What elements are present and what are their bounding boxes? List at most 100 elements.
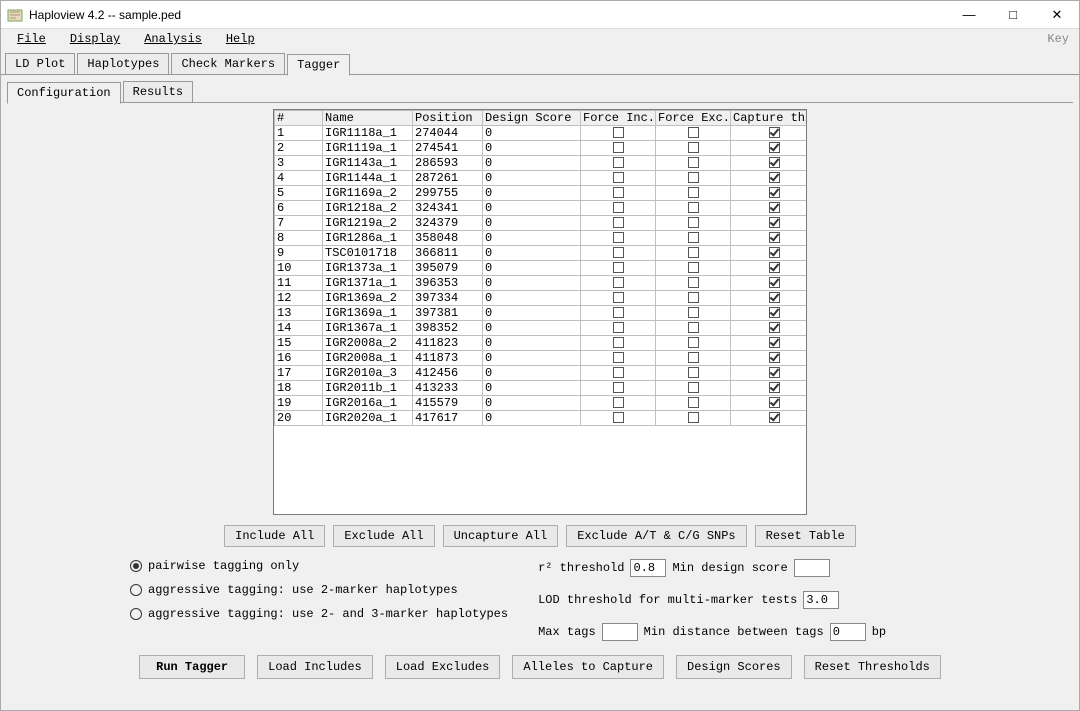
- reset-thresholds-button[interactable]: Reset Thresholds: [804, 655, 941, 679]
- cell-force-exclude[interactable]: [656, 246, 731, 261]
- tab-haplotypes[interactable]: Haplotypes: [77, 53, 169, 74]
- cell-force-exclude[interactable]: [656, 231, 731, 246]
- min-design-input[interactable]: [794, 559, 830, 577]
- cell-force-include[interactable]: [581, 216, 656, 231]
- cell-capture[interactable]: [731, 141, 808, 156]
- design-scores-button[interactable]: Design Scores: [676, 655, 792, 679]
- table-row[interactable]: 18IGR2011b_14132330: [275, 381, 808, 396]
- subtab-configuration[interactable]: Configuration: [7, 82, 121, 104]
- radio-aggressive-2[interactable]: aggressive tagging: use 2-marker haploty…: [130, 583, 508, 597]
- menu-display[interactable]: Display: [58, 30, 132, 48]
- cell-capture[interactable]: [731, 126, 808, 141]
- load-includes-button[interactable]: Load Includes: [257, 655, 373, 679]
- cell-capture[interactable]: [731, 261, 808, 276]
- cell-force-include[interactable]: [581, 351, 656, 366]
- cell-capture[interactable]: [731, 321, 808, 336]
- cell-force-include[interactable]: [581, 156, 656, 171]
- load-excludes-button[interactable]: Load Excludes: [385, 655, 501, 679]
- cell-capture[interactable]: [731, 291, 808, 306]
- cell-force-exclude[interactable]: [656, 306, 731, 321]
- table-row[interactable]: 13IGR1369a_13973810: [275, 306, 808, 321]
- cell-capture[interactable]: [731, 306, 808, 321]
- menu-help[interactable]: Help: [214, 30, 267, 48]
- table-row[interactable]: 1IGR1118a_12740440: [275, 126, 808, 141]
- cell-force-exclude[interactable]: [656, 381, 731, 396]
- cell-force-exclude[interactable]: [656, 321, 731, 336]
- cell-force-include[interactable]: [581, 261, 656, 276]
- cell-capture[interactable]: [731, 231, 808, 246]
- col-name[interactable]: Name: [323, 111, 413, 126]
- uncapture-all-button[interactable]: Uncapture All: [443, 525, 559, 547]
- col-index[interactable]: #: [275, 111, 323, 126]
- cell-force-exclude[interactable]: [656, 396, 731, 411]
- radio-pairwise[interactable]: pairwise tagging only: [130, 559, 508, 573]
- col-force-include[interactable]: Force Inc...: [581, 111, 656, 126]
- cell-force-include[interactable]: [581, 411, 656, 426]
- cell-force-exclude[interactable]: [656, 201, 731, 216]
- include-all-button[interactable]: Include All: [224, 525, 325, 547]
- cell-force-include[interactable]: [581, 246, 656, 261]
- reset-table-button[interactable]: Reset Table: [755, 525, 856, 547]
- table-row[interactable]: 12IGR1369a_23973340: [275, 291, 808, 306]
- min-dist-input[interactable]: [830, 623, 866, 641]
- lod-input[interactable]: [803, 591, 839, 609]
- table-row[interactable]: 5IGR1169a_22997550: [275, 186, 808, 201]
- cell-force-include[interactable]: [581, 141, 656, 156]
- cell-force-include[interactable]: [581, 126, 656, 141]
- cell-force-include[interactable]: [581, 291, 656, 306]
- cell-force-include[interactable]: [581, 381, 656, 396]
- subtab-results[interactable]: Results: [123, 81, 193, 102]
- max-tags-input[interactable]: [602, 623, 638, 641]
- cell-capture[interactable]: [731, 201, 808, 216]
- cell-force-include[interactable]: [581, 276, 656, 291]
- cell-force-exclude[interactable]: [656, 126, 731, 141]
- cell-force-include[interactable]: [581, 306, 656, 321]
- cell-capture[interactable]: [731, 411, 808, 426]
- table-row[interactable]: 15IGR2008a_24118230: [275, 336, 808, 351]
- table-row[interactable]: 2IGR1119a_12745410: [275, 141, 808, 156]
- cell-force-include[interactable]: [581, 396, 656, 411]
- cell-capture[interactable]: [731, 396, 808, 411]
- cell-force-exclude[interactable]: [656, 261, 731, 276]
- cell-force-exclude[interactable]: [656, 351, 731, 366]
- menu-file[interactable]: File: [5, 30, 58, 48]
- cell-capture[interactable]: [731, 381, 808, 396]
- cell-capture[interactable]: [731, 246, 808, 261]
- table-row[interactable]: 9TSC01017183668110: [275, 246, 808, 261]
- table-row[interactable]: 17IGR2010a_34124560: [275, 366, 808, 381]
- table-row[interactable]: 16IGR2008a_14118730: [275, 351, 808, 366]
- table-row[interactable]: 4IGR1144a_12872610: [275, 171, 808, 186]
- menu-analysis[interactable]: Analysis: [132, 30, 214, 48]
- table-row[interactable]: 11IGR1371a_13963530: [275, 276, 808, 291]
- tab-ld-plot[interactable]: LD Plot: [5, 53, 75, 74]
- exclude-atcg-button[interactable]: Exclude A/T & C/G SNPs: [566, 525, 746, 547]
- table-row[interactable]: 7IGR1219a_23243790: [275, 216, 808, 231]
- cell-force-include[interactable]: [581, 321, 656, 336]
- cell-capture[interactable]: [731, 351, 808, 366]
- r2-input[interactable]: [630, 559, 666, 577]
- cell-force-exclude[interactable]: [656, 171, 731, 186]
- tab-check-markers[interactable]: Check Markers: [171, 53, 285, 74]
- alleles-to-capture-button[interactable]: Alleles to Capture: [512, 655, 664, 679]
- table-row[interactable]: 19IGR2016a_14155790: [275, 396, 808, 411]
- table-row[interactable]: 6IGR1218a_23243410: [275, 201, 808, 216]
- radio-aggressive-23[interactable]: aggressive tagging: use 2- and 3-marker …: [130, 607, 508, 621]
- col-capture[interactable]: Capture this ...: [731, 111, 808, 126]
- table-row[interactable]: 8IGR1286a_13580480: [275, 231, 808, 246]
- maximize-button[interactable]: □: [991, 1, 1035, 28]
- cell-force-exclude[interactable]: [656, 291, 731, 306]
- cell-capture[interactable]: [731, 366, 808, 381]
- table-row[interactable]: 10IGR1373a_13950790: [275, 261, 808, 276]
- cell-capture[interactable]: [731, 216, 808, 231]
- col-design-score[interactable]: Design Score: [483, 111, 581, 126]
- close-button[interactable]: ✕: [1035, 1, 1079, 28]
- table-row[interactable]: 14IGR1367a_13983520: [275, 321, 808, 336]
- cell-capture[interactable]: [731, 186, 808, 201]
- cell-force-include[interactable]: [581, 366, 656, 381]
- cell-force-include[interactable]: [581, 171, 656, 186]
- exclude-all-button[interactable]: Exclude All: [333, 525, 434, 547]
- cell-force-exclude[interactable]: [656, 216, 731, 231]
- cell-force-exclude[interactable]: [656, 156, 731, 171]
- table-row[interactable]: 20IGR2020a_14176170: [275, 411, 808, 426]
- cell-capture[interactable]: [731, 336, 808, 351]
